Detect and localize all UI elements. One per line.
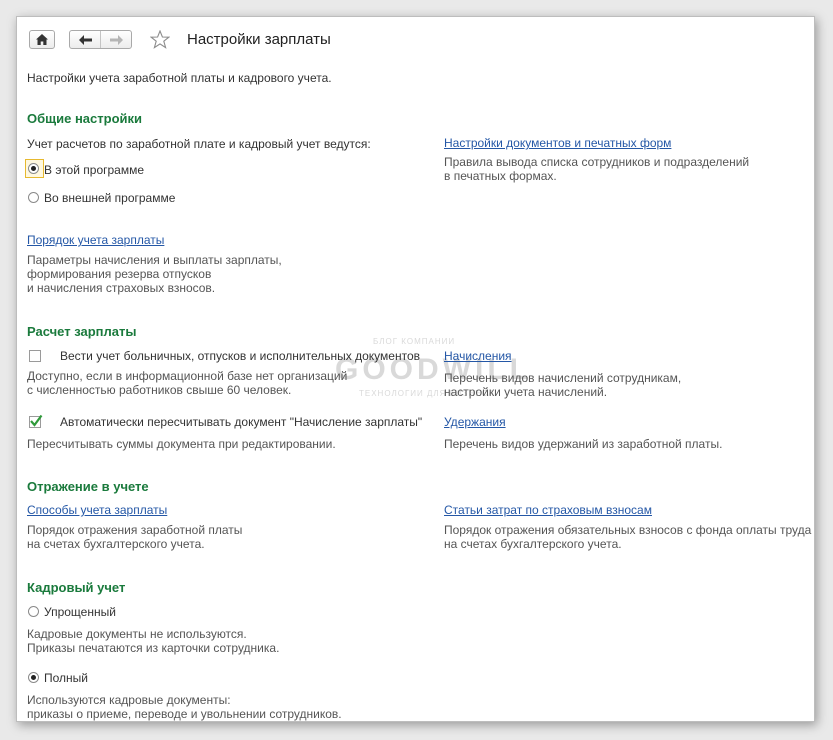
- window-title: Настройки зарплаты: [187, 31, 331, 48]
- hr-simple-desc-2: Приказы печатаются из карточки сотрудник…: [27, 641, 280, 655]
- sick-leave-checkbox[interactable]: [29, 350, 41, 362]
- home-icon: [36, 34, 48, 45]
- calc-heading: Расчет зарплаты: [27, 324, 137, 339]
- radio-hr-full[interactable]: [28, 672, 39, 683]
- accounting-methods-desc-1: Порядок отражения заработной платы: [27, 523, 243, 537]
- auto-recalc-label[interactable]: Автоматически пересчитывать документ "На…: [60, 415, 422, 429]
- sick-leave-desc-2: с численностью работников свыше 60 челов…: [27, 383, 292, 397]
- payroll-order-link[interactable]: Порядок учета зарплаты: [27, 233, 164, 247]
- general-heading: Общие настройки: [27, 111, 142, 126]
- home-button[interactable]: [29, 30, 55, 49]
- accounting-methods-link[interactable]: Способы учета зарплаты: [27, 503, 167, 517]
- back-button[interactable]: [70, 31, 100, 48]
- hr-heading: Кадровый учет: [27, 580, 126, 595]
- deductions-link[interactable]: Удержания: [444, 415, 506, 429]
- sick-leave-label[interactable]: Вести учет больничных, отпусков и исполн…: [60, 349, 420, 363]
- accruals-desc-2: настройки учета начислений.: [444, 385, 608, 399]
- insurance-costs-desc-2: на счетах бухгалтерского учета.: [444, 537, 622, 551]
- doc-settings-desc-1: Правила вывода списка сотрудников и подр…: [444, 155, 750, 169]
- history-nav: [69, 30, 132, 49]
- radio-this-program[interactable]: [28, 163, 39, 174]
- radio-external-program-label[interactable]: Во внешней программе: [44, 191, 175, 205]
- radio-this-program-label[interactable]: В этой программе: [44, 163, 144, 177]
- sick-leave-desc-1: Доступно, если в информационной базе нет…: [27, 369, 348, 383]
- doc-settings-link[interactable]: Настройки документов и печатных форм: [444, 136, 671, 150]
- arrow-right-icon: [109, 34, 123, 45]
- arrow-left-icon: [78, 34, 92, 45]
- radio-hr-simple[interactable]: [28, 606, 39, 617]
- settings-window: Настройки зарплаты Настройки учета зараб…: [16, 16, 815, 722]
- auto-recalc-checkbox[interactable]: [29, 414, 43, 428]
- accruals-desc-1: Перечень видов начислений сотрудникам,: [444, 371, 682, 385]
- deductions-desc: Перечень видов удержаний из заработной п…: [444, 437, 723, 451]
- insurance-costs-desc-1: Порядок отражения обязательных взносов с…: [444, 523, 812, 537]
- page-subtitle: Настройки учета заработной платы и кадро…: [27, 71, 332, 85]
- radio-external-program[interactable]: [28, 192, 39, 203]
- radio-hr-full-label[interactable]: Полный: [44, 671, 88, 685]
- radio-hr-simple-label[interactable]: Упрощенный: [44, 605, 116, 619]
- forward-button[interactable]: [100, 31, 131, 48]
- doc-settings-desc-2: в печатных формах.: [444, 169, 557, 183]
- accounting-methods-desc-2: на счетах бухгалтерского учета.: [27, 537, 205, 551]
- hr-full-desc-2: приказы о приеме, переводе и увольнении …: [27, 707, 342, 721]
- star-icon[interactable]: [150, 30, 170, 49]
- accruals-link[interactable]: Начисления: [444, 349, 512, 363]
- general-question: Учет расчетов по заработной плате и кадр…: [27, 137, 371, 151]
- payroll-order-desc-3: и начисления страховых взносов.: [27, 281, 216, 295]
- watermark-line1: БЛОГ КОМПАНИИ: [373, 337, 456, 346]
- checkmark-icon: [30, 414, 43, 427]
- payroll-order-desc-1: Параметры начисления и выплаты зарплаты,: [27, 253, 282, 267]
- payroll-order-desc-2: формирования резерва отпусков: [27, 267, 212, 281]
- hr-full-desc-1: Используются кадровые документы:: [27, 693, 231, 707]
- accounting-heading: Отражение в учете: [27, 479, 149, 494]
- insurance-costs-link[interactable]: Статьи затрат по страховым взносам: [444, 503, 652, 517]
- auto-recalc-desc: Пересчитывать суммы документа при редакт…: [27, 437, 336, 451]
- hr-simple-desc-1: Кадровые документы не используются.: [27, 627, 247, 641]
